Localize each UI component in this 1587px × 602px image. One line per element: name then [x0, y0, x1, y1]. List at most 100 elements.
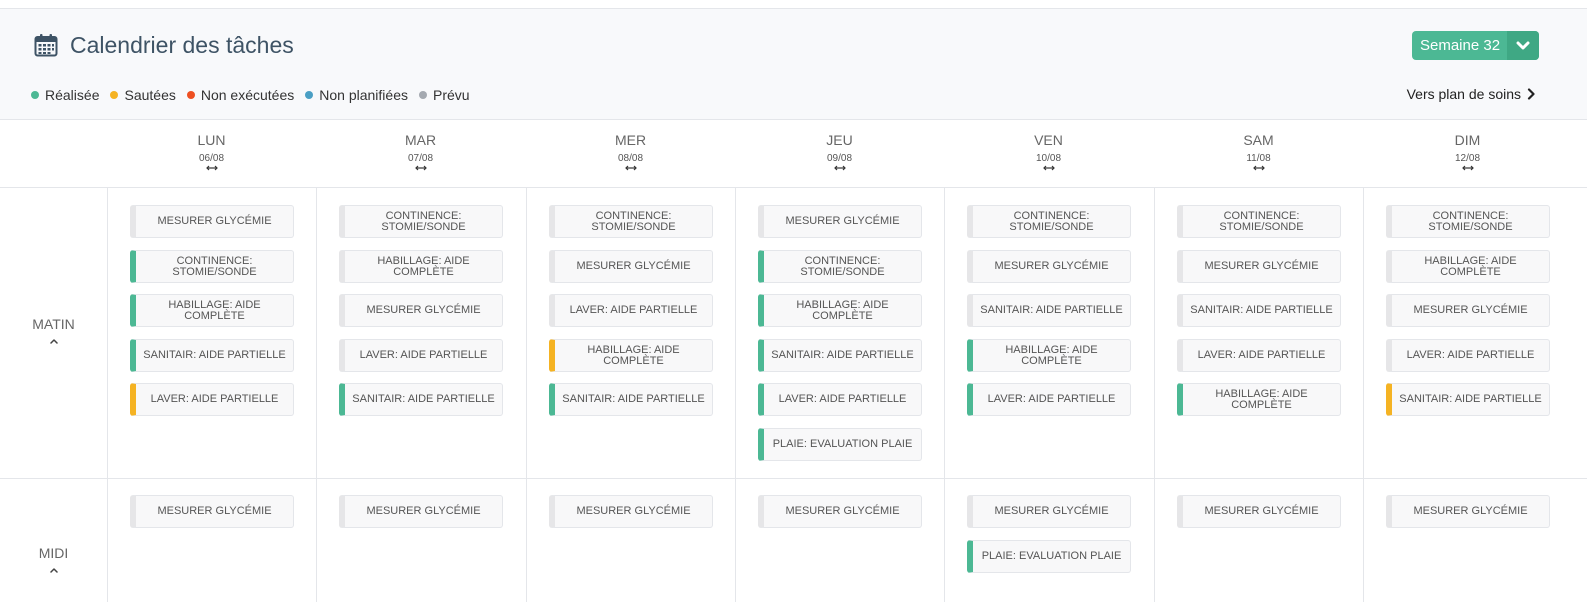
task-label: LAVER: AIDE PARTIELLE — [778, 393, 907, 405]
task-label: LAVER: AIDE PARTIELLE — [987, 393, 1116, 405]
task-card[interactable]: CONTINENCE: STOMIE/SONDE — [549, 205, 713, 238]
legend-item: Réalisée — [31, 87, 99, 103]
task-card[interactable]: LAVER: AIDE PARTIELLE — [549, 294, 713, 327]
task-label: MESURER GLYCÉMIE — [785, 215, 900, 227]
task-card[interactable]: MESURER GLYCÉMIE — [549, 250, 713, 283]
expand-horizontal-icon[interactable] — [1461, 165, 1474, 171]
task-card[interactable]: MESURER GLYCÉMIE — [130, 205, 294, 238]
period-label-group: MIDI — [0, 545, 107, 573]
day-date: 07/08 — [407, 153, 434, 164]
task-card[interactable]: LAVER: AIDE PARTIELLE — [758, 383, 922, 416]
task-card[interactable]: MESURER GLYCÉMIE — [1177, 495, 1341, 528]
expand-horizontal-icon[interactable] — [1042, 165, 1055, 171]
task-card[interactable]: MESURER GLYCÉMIE — [339, 294, 503, 327]
task-card[interactable]: HABILLAGE: AIDE COMPLÈTE — [1386, 250, 1550, 283]
chevron-right-icon — [1527, 88, 1535, 100]
status-legend: Réalisée Sautées Non exécutées Non planifié… — [31, 86, 481, 104]
task-card[interactable]: HABILLAGE: AIDE COMPLÈTE — [549, 339, 713, 372]
task-card[interactable]: LAVER: AIDE PARTIELLE — [1177, 339, 1341, 372]
task-card[interactable]: LAVER: AIDE PARTIELLE — [1386, 339, 1550, 372]
task-card[interactable]: MESURER GLYCÉMIE — [1177, 250, 1341, 283]
day-date: 06/08 — [198, 153, 225, 164]
chevron-up-icon[interactable] — [49, 567, 59, 573]
expand-horizontal-icon[interactable] — [833, 165, 846, 171]
chevron-up-icon[interactable] — [49, 338, 59, 344]
legend-item: Non exécutées — [186, 87, 294, 103]
legend-dot-icon — [419, 91, 427, 99]
day-name: JEU — [826, 132, 853, 148]
task-card[interactable]: SANITAIR: AIDE PARTIELLE — [1386, 383, 1550, 416]
day-header: SAM 11/08 — [1154, 120, 1363, 187]
care-plan-link[interactable]: Vers plan de soins — [1407, 86, 1535, 102]
task-card[interactable]: LAVER: AIDE PARTIELLE — [339, 339, 503, 372]
task-card[interactable]: SANITAIR: AIDE PARTIELLE — [130, 339, 294, 372]
row-divider — [0, 187, 1587, 188]
task-card[interactable]: MESURER GLYCÉMIE — [1386, 294, 1550, 327]
task-card[interactable]: CONTINENCE: STOMIE/SONDE — [130, 250, 294, 283]
task-card[interactable]: MESURER GLYCÉMIE — [130, 495, 294, 528]
day-date: 11/08 — [1246, 153, 1271, 164]
expand-horizontal-icon[interactable] — [1252, 165, 1265, 171]
task-card[interactable]: HABILLAGE: AIDE COMPLÈTE — [1177, 383, 1341, 416]
day-header: VEN 10/08 — [944, 120, 1153, 187]
task-label: SANITAIR: AIDE PARTIELLE — [1190, 304, 1333, 316]
task-card[interactable]: CONTINENCE: STOMIE/SONDE — [339, 205, 503, 238]
week-select[interactable]: Semaine 32 — [1412, 31, 1539, 60]
week-select-toggle[interactable] — [1507, 31, 1539, 60]
day-name: MER — [614, 132, 647, 148]
task-card[interactable]: HABILLAGE: AIDE COMPLÈTE — [758, 294, 922, 327]
task-card[interactable]: SANITAIR: AIDE PARTIELLE — [1177, 294, 1341, 327]
task-label: MESURER GLYCÉMIE — [1204, 260, 1319, 272]
task-card[interactable]: MESURER GLYCÉMIE — [549, 495, 713, 528]
task-card[interactable]: SANITAIR: AIDE PARTIELLE — [549, 383, 713, 416]
day-name: SAM — [1243, 132, 1274, 148]
task-label: HABILLAGE: AIDE COMPLÈTE — [168, 298, 261, 322]
task-card[interactable]: HABILLAGE: AIDE COMPLÈTE — [130, 294, 294, 327]
task-card[interactable]: MESURER GLYCÉMIE — [339, 495, 503, 528]
column-divider — [316, 187, 317, 602]
task-card[interactable]: PLAIE: EVALUATION PLAIE — [758, 428, 922, 461]
task-card[interactable]: HABILLAGE: AIDE COMPLÈTE — [339, 250, 503, 283]
day-name: VEN — [1034, 132, 1063, 148]
task-card[interactable]: CONTINENCE: STOMIE/SONDE — [967, 205, 1131, 238]
task-label: LAVER: AIDE PARTIELLE — [150, 393, 279, 405]
task-card[interactable]: MESURER GLYCÉMIE — [967, 250, 1131, 283]
task-label: CONTINENCE: STOMIE/SONDE — [1219, 209, 1304, 233]
chevron-down-icon — [1516, 41, 1530, 49]
expand-horizontal-icon[interactable] — [205, 165, 218, 171]
expand-horizontal-icon[interactable] — [624, 165, 637, 171]
task-card[interactable]: MESURER GLYCÉMIE — [1386, 495, 1550, 528]
calendar-icon — [34, 34, 58, 57]
day-name: MAR — [404, 132, 437, 148]
task-card[interactable]: SANITAIR: AIDE PARTIELLE — [758, 339, 922, 372]
task-card[interactable]: LAVER: AIDE PARTIELLE — [967, 383, 1131, 416]
task-label: MESURER GLYCÉMIE — [157, 215, 272, 227]
task-label: MESURER GLYCÉMIE — [785, 505, 900, 517]
day-header: LUN 06/08 — [107, 120, 316, 187]
column-divider — [944, 187, 945, 602]
task-card[interactable]: SANITAIR: AIDE PARTIELLE — [967, 294, 1131, 327]
task-card[interactable]: MESURER GLYCÉMIE — [758, 205, 922, 238]
task-card[interactable]: CONTINENCE: STOMIE/SONDE — [1177, 205, 1341, 238]
task-label: MESURER GLYCÉMIE — [1204, 505, 1319, 517]
task-card[interactable]: CONTINENCE: STOMIE/SONDE — [1386, 205, 1550, 238]
task-card[interactable]: MESURER GLYCÉMIE — [967, 495, 1131, 528]
task-label: SANITAIR: AIDE PARTIELLE — [143, 349, 286, 361]
legend-item: Sautées — [110, 87, 176, 103]
column-divider — [1154, 187, 1155, 602]
task-card[interactable]: SANITAIR: AIDE PARTIELLE — [339, 383, 503, 416]
task-card[interactable]: MESURER GLYCÉMIE — [758, 495, 922, 528]
task-label: HABILLAGE: AIDE COMPLÈTE — [587, 343, 680, 367]
task-label: MESURER GLYCÉMIE — [1413, 505, 1528, 517]
task-label: SANITAIR: AIDE PARTIELLE — [1399, 393, 1542, 405]
task-card[interactable]: CONTINENCE: STOMIE/SONDE — [758, 250, 922, 283]
task-label: SANITAIR: AIDE PARTIELLE — [771, 349, 914, 361]
task-card[interactable]: LAVER: AIDE PARTIELLE — [130, 383, 294, 416]
task-card[interactable]: HABILLAGE: AIDE COMPLÈTE — [967, 339, 1131, 372]
task-label: LAVER: AIDE PARTIELLE — [359, 349, 488, 361]
day-date: 08/08 — [617, 153, 644, 164]
task-label: HABILLAGE: AIDE COMPLÈTE — [1424, 254, 1517, 278]
task-card[interactable]: PLAIE: EVALUATION PLAIE — [967, 540, 1131, 573]
expand-horizontal-icon[interactable] — [414, 165, 427, 171]
legend-dot-icon — [31, 91, 39, 99]
